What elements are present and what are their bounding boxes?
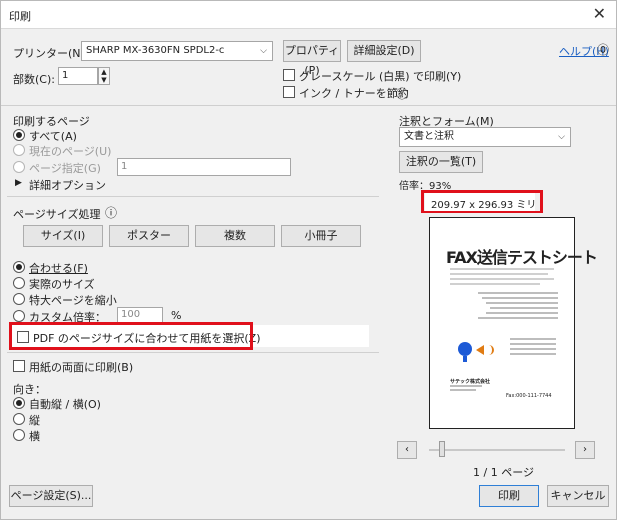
speaker-icon [476, 345, 484, 355]
duplex-label: 用紙の両面に印刷(B) [29, 361, 134, 374]
grayscale-label: グレースケール (白黒) で印刷(Y) [299, 70, 462, 83]
pages-specify-radio[interactable] [13, 161, 25, 173]
chevron-down-icon: ⌵ [260, 46, 267, 56]
copies-value: 1 [62, 70, 69, 81]
page-setup-button[interactable]: ページ設定(S)... [9, 485, 93, 507]
text-line [450, 268, 554, 270]
text-line [482, 297, 558, 299]
actual-size-radio[interactable] [13, 277, 25, 289]
printer-label: プリンター(N): [13, 47, 89, 60]
orientation-landscape-radio[interactable] [13, 429, 25, 441]
text-line [486, 312, 558, 314]
pages-all-radio[interactable] [13, 129, 25, 141]
grayscale-checkbox[interactable] [283, 69, 295, 81]
orientation-portrait-label: 縦 [29, 414, 40, 427]
comments-select-value: 文書と注釈 [404, 131, 454, 142]
info-icon[interactable]: ⓘ [105, 204, 117, 221]
preview-company: サテック株式会社 [450, 379, 491, 385]
expand-triangle-icon[interactable]: ▶ [15, 178, 22, 188]
text-line [450, 278, 554, 280]
text-line [478, 292, 558, 294]
pages-range-input[interactable]: 1 [117, 158, 291, 176]
printer-select-value: SHARP MX-3630FN SPDL2-c [86, 45, 225, 56]
preview-page: FAX送信テストシート サテック株式会社 Fax:000-111-7744 [429, 217, 598, 429]
shrink-label: 特大ページを縮小 [29, 294, 117, 307]
print-dialog: 印刷 ✕ プリンター(N): SHARP MX-3630FN SPDL2-c ⌵… [0, 0, 617, 520]
fit-radio[interactable] [13, 261, 25, 273]
comments-summary-button[interactable]: 注釈の一覧(T) [399, 151, 483, 173]
fit-label: 合わせる(F) [29, 262, 88, 275]
pages-all-label: すべて(A) [29, 130, 77, 143]
save-ink-checkbox[interactable] [283, 86, 295, 98]
save-ink-label: インク / トナーを節約 [299, 87, 409, 100]
text-line [450, 273, 548, 275]
copies-input[interactable]: 1 [58, 67, 98, 85]
custom-scale-value: 100 [121, 309, 141, 320]
person-icon [458, 342, 472, 356]
percent-label: % [171, 309, 182, 322]
copies-label: 部数(C): [13, 73, 55, 86]
tab-size[interactable]: サイズ(I) [23, 225, 103, 247]
cancel-button[interactable]: キャンセル [547, 485, 609, 507]
text-line [450, 389, 476, 391]
text-line [478, 317, 558, 319]
text-line [450, 283, 540, 285]
text-line [450, 385, 482, 387]
title-bar: 印刷 ✕ [1, 1, 616, 29]
pages-current-radio[interactable] [13, 144, 25, 156]
chevron-down-icon: ⌵ [558, 132, 565, 142]
page-slider-thumb[interactable] [439, 441, 445, 457]
tab-booklet[interactable]: 小冊子 [281, 225, 361, 247]
prev-page-button[interactable]: ‹ [397, 441, 417, 459]
close-icon[interactable]: ✕ [593, 4, 606, 23]
text-line [510, 338, 556, 340]
info-icon[interactable]: ⓘ [396, 85, 408, 102]
pages-current-label: 現在のページ(U) [29, 145, 112, 158]
sizing-heading: ページサイズ処理 [13, 208, 101, 221]
orientation-portrait-radio[interactable] [13, 413, 25, 425]
text-line [490, 307, 558, 309]
pages-range-value: 1 [121, 161, 128, 172]
comments-select[interactable]: 文書と注釈 ⌵ [399, 127, 571, 147]
custom-scale-input[interactable]: 100 [117, 307, 163, 323]
duplex-checkbox[interactable] [13, 360, 25, 372]
help-circle-icon[interactable]: ⓪ [597, 41, 609, 58]
advanced-button[interactable]: 詳細設定(D) [347, 40, 421, 62]
preview-fax: Fax:000-111-7744 [506, 393, 552, 399]
sound-wave-icon [486, 345, 494, 355]
orientation-auto-radio[interactable] [13, 397, 25, 409]
divider [1, 105, 616, 106]
person-icon [463, 356, 467, 362]
printer-select[interactable]: SHARP MX-3630FN SPDL2-c ⌵ [81, 41, 273, 61]
pages-heading: 印刷するページ [13, 115, 90, 128]
highlight-box [421, 190, 543, 214]
orientation-landscape-label: 横 [29, 430, 40, 443]
next-page-button[interactable]: › [575, 441, 595, 459]
shrink-radio[interactable] [13, 293, 25, 305]
text-line [486, 302, 558, 304]
orientation-auto-label: 自動縦 / 横(O) [29, 398, 101, 411]
copies-stepper[interactable]: ▲ ▼ [98, 67, 110, 85]
page-indicator: 1 / 1 ページ [473, 466, 534, 479]
actual-size-label: 実際のサイズ [29, 278, 95, 291]
text-line [510, 353, 556, 355]
window-title: 印刷 [9, 10, 31, 23]
highlight-box [9, 322, 253, 350]
page-slider-track[interactable] [429, 449, 565, 451]
preview-doc-title: FAX送信テストシート [446, 248, 598, 267]
more-options-label[interactable]: 詳細オプション [29, 177, 106, 193]
orientation-heading: 向き： [13, 383, 46, 396]
pages-specify-label: ページ指定(G) [29, 162, 101, 175]
text-line [510, 348, 556, 350]
tab-multiple[interactable]: 複数 [195, 225, 275, 247]
properties-button[interactable]: プロパティ(P) [283, 40, 341, 77]
text-line [510, 343, 556, 345]
custom-scale-radio[interactable] [13, 310, 25, 322]
tab-poster[interactable]: ポスター [109, 225, 189, 247]
print-button[interactable]: 印刷 [479, 485, 539, 507]
